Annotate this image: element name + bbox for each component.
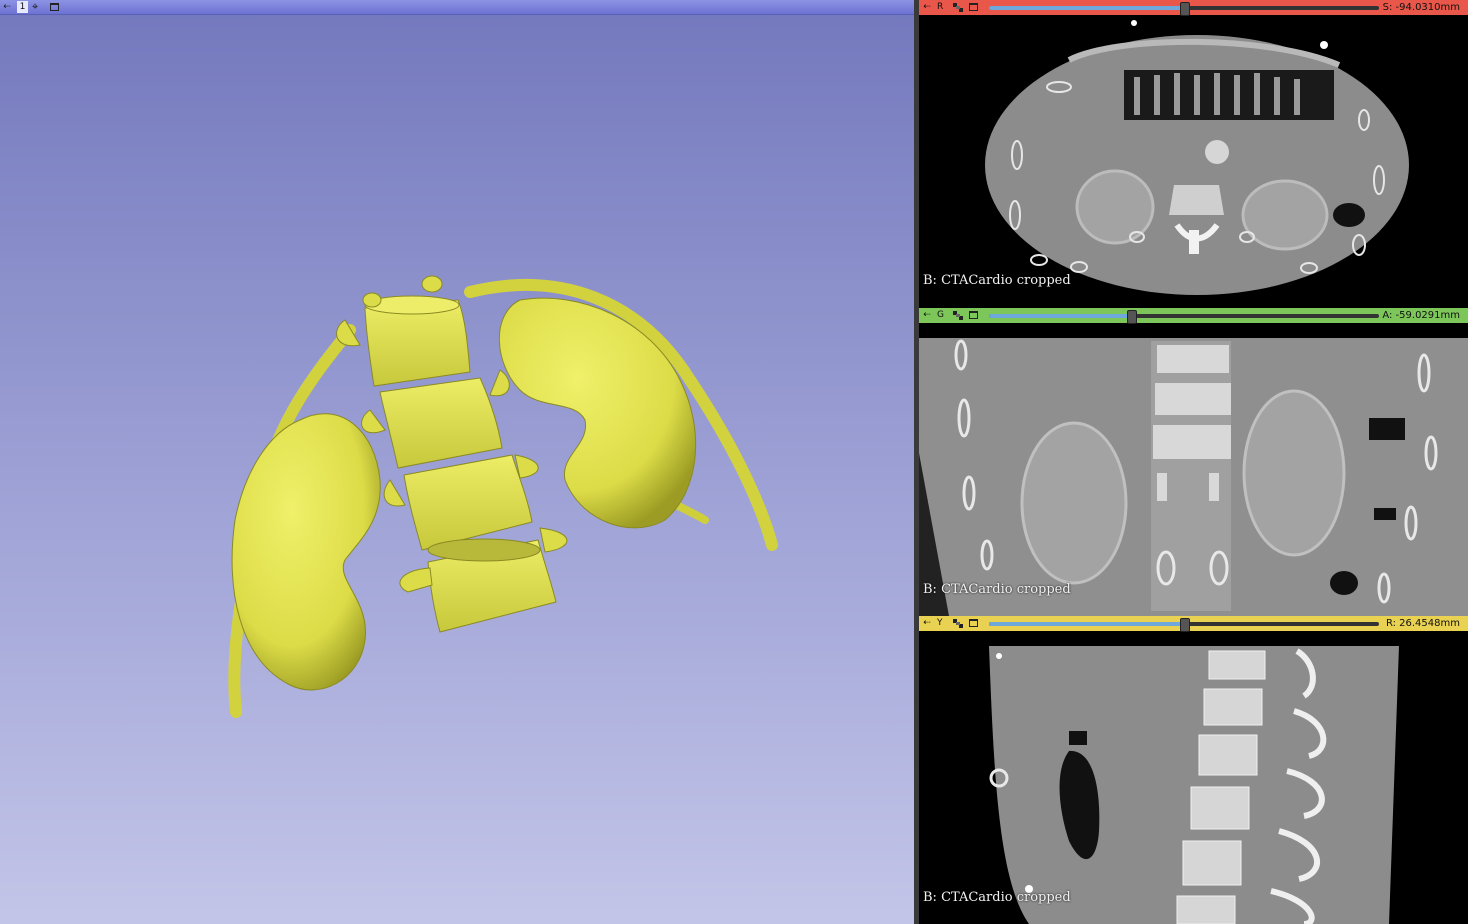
- slice-offset-slider[interactable]: [989, 310, 1379, 324]
- slice-position-readout: R: 26.4548mm: [1385, 618, 1460, 629]
- pin-icon[interactable]: ⇠: [922, 0, 932, 15]
- vertebra-l4-top: [427, 538, 541, 562]
- slice-view-letter: Y: [937, 618, 943, 628]
- axial-ct-image[interactable]: [919, 15, 1468, 308]
- green-slice-view[interactable]: ⇠ G A: -59.0291mm B: CTACardio cropped: [919, 308, 1468, 616]
- pin-icon[interactable]: ⇠: [922, 616, 932, 631]
- red-slice-view[interactable]: ⇠ R S: -94.0310mm B: CTACardio cropped: [919, 0, 1468, 308]
- yellow-slice-view[interactable]: ⇠ Y R: 26.4548mm B: CTACardio cropped: [919, 616, 1468, 924]
- coronal-ct-image[interactable]: [919, 323, 1468, 616]
- slice-offset-slider[interactable]: [989, 2, 1379, 16]
- pin-icon[interactable]: ⇠: [922, 308, 932, 323]
- sagittal-ct-image[interactable]: [919, 631, 1468, 924]
- transverse-process: [336, 319, 361, 347]
- transverse-process: [539, 527, 568, 553]
- 3d-view-controller-bar: ⇠ 1 ⌖: [0, 0, 914, 15]
- transverse-process: [399, 567, 433, 593]
- vertebra-l3: [403, 454, 533, 551]
- link-icon[interactable]: [953, 311, 963, 320]
- slice-view-letter: G: [937, 310, 944, 320]
- maximize-icon[interactable]: [50, 3, 59, 11]
- view-number: 1: [17, 1, 28, 13]
- maximize-icon[interactable]: [969, 3, 978, 11]
- 3d-model-rendering[interactable]: [0, 0, 914, 924]
- slice-position-readout: S: -94.0310mm: [1382, 2, 1460, 13]
- volume-label: B: CTACardio cropped: [923, 890, 1071, 905]
- transverse-process: [383, 479, 406, 507]
- volume-label: B: CTACardio cropped: [923, 273, 1071, 288]
- slider-handle[interactable]: [1180, 2, 1190, 16]
- left-kidney: [231, 413, 381, 691]
- link-icon[interactable]: [953, 3, 963, 12]
- green-slice-controller-bar: ⇠ G A: -59.0291mm: [919, 308, 1468, 324]
- transverse-process: [489, 369, 510, 397]
- crosshair-icon[interactable]: ⌖: [32, 1, 38, 13]
- slice-view-letter: R: [937, 2, 944, 12]
- vertebra-l2: [379, 377, 503, 469]
- yellow-slice-controller-bar: ⇠ Y R: 26.4548mm: [919, 616, 1468, 632]
- slider-handle[interactable]: [1180, 618, 1190, 632]
- 3d-view[interactable]: ⇠ 1 ⌖: [0, 0, 914, 924]
- transverse-process: [361, 409, 386, 434]
- maximize-icon[interactable]: [969, 619, 978, 627]
- right-kidney: [498, 297, 697, 529]
- red-slice-controller-bar: ⇠ R S: -94.0310mm: [919, 0, 1468, 16]
- slider-handle[interactable]: [1127, 310, 1137, 324]
- link-icon[interactable]: [953, 619, 963, 628]
- pin-icon[interactable]: ⇠: [2, 1, 12, 13]
- slice-position-readout: A: -59.0291mm: [1382, 310, 1460, 321]
- slice-offset-slider[interactable]: [989, 618, 1379, 632]
- volume-label: B: CTACardio cropped: [923, 582, 1071, 597]
- maximize-icon[interactable]: [969, 311, 978, 319]
